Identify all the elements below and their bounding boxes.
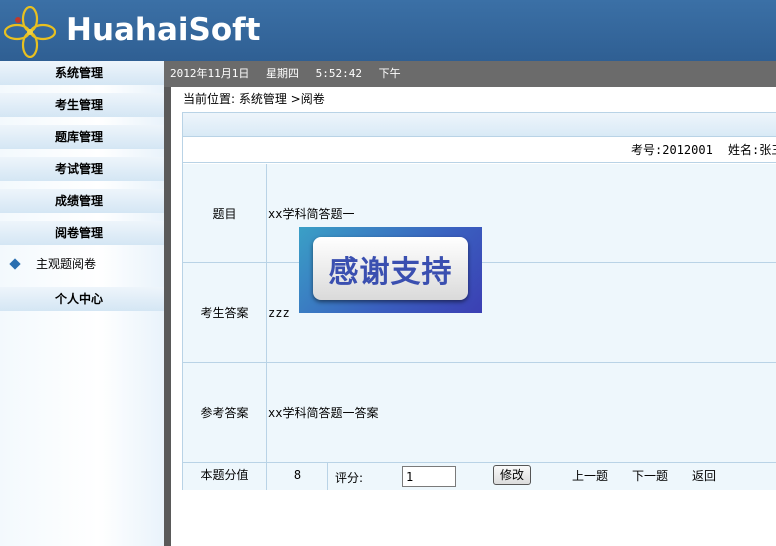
question-label: 题目: [183, 164, 267, 262]
thanks-banner: 感谢支持: [299, 227, 482, 313]
rate-input[interactable]: [402, 466, 456, 487]
reference-answer-value: xx学科简答题一答案: [268, 406, 379, 420]
reference-answer-label: 参考答案: [183, 363, 267, 462]
sidebar-menu-examinee[interactable]: 考生管理: [0, 93, 164, 117]
sidebar-menu-label: 个人中心: [54, 292, 103, 306]
sidebar-menu-label: 成绩管理: [54, 194, 103, 208]
app-header: HuahaiSoft: [0, 0, 776, 61]
sidebar-menu-scores[interactable]: 成绩管理: [0, 189, 164, 213]
student-name: 姓名:张三: [728, 143, 776, 157]
next-question-link[interactable]: 下一题: [632, 463, 668, 490]
student-answer-label: 考生答案: [183, 263, 267, 362]
sidebar-menu-label: 考试管理: [54, 162, 103, 176]
sidebar-menu-label: 题库管理: [54, 130, 103, 144]
scoring-row: 本题分值 8 评分: 修改 上一题 下一题 返回: [183, 463, 776, 490]
datetime-bar: 2012年11月1日 星期四 5:52:42 下午: [164, 61, 776, 87]
thanks-banner-text: 感谢支持: [328, 254, 453, 290]
sidebar-menu-label: 考生管理: [54, 98, 103, 112]
reference-answer-row: 参考答案 xx学科简答题一答案: [183, 363, 776, 463]
prev-question-link[interactable]: 上一题: [572, 463, 608, 490]
student-id: 考号:2012001: [631, 143, 713, 157]
sidebar-menu-personal-center[interactable]: 个人中心: [0, 287, 164, 311]
panel-header-band: [183, 113, 776, 137]
rate-label: 评分:: [335, 471, 364, 485]
date-text: 2012年11月1日: [170, 67, 250, 80]
student-info-row: 考号:2012001 姓名:张三: [183, 137, 776, 163]
score-value: 8: [268, 463, 328, 490]
sidebar: 系统管理 考生管理 题库管理 考试管理 成绩管理 阅卷管理 主观题阅卷 个人中心: [0, 61, 164, 546]
sidebar-divider[interactable]: [164, 61, 171, 546]
sidebar-menu-label: 系统管理: [54, 66, 103, 80]
sidebar-menu-question-bank[interactable]: 题库管理: [0, 125, 164, 149]
thanks-banner-plate: 感谢支持: [313, 237, 468, 300]
sidebar-menu-exam[interactable]: 考试管理: [0, 157, 164, 181]
sidebar-menu-grading[interactable]: 阅卷管理: [0, 221, 164, 245]
sidebar-menu-system[interactable]: 系统管理: [0, 61, 164, 85]
back-link[interactable]: 返回: [692, 463, 716, 490]
time-text: 5:52:42: [315, 67, 362, 80]
diamond-bullet-icon: [9, 258, 21, 270]
weekday-text: 星期四: [265, 67, 299, 80]
breadcrumb: 当前位置: 系统管理 >阅卷: [183, 92, 325, 106]
score-label: 本题分值: [183, 463, 267, 490]
sidebar-menu-label: 阅卷管理: [54, 226, 103, 240]
sidebar-item-label: 主观题阅卷: [36, 257, 97, 271]
period-text: 下午: [378, 67, 401, 80]
sidebar-item-subjective-grading[interactable]: 主观题阅卷: [0, 253, 164, 275]
logo-flower-icon: [4, 6, 56, 58]
modify-button[interactable]: 修改: [493, 465, 531, 485]
logo-text: HuahaiSoft: [66, 12, 261, 48]
